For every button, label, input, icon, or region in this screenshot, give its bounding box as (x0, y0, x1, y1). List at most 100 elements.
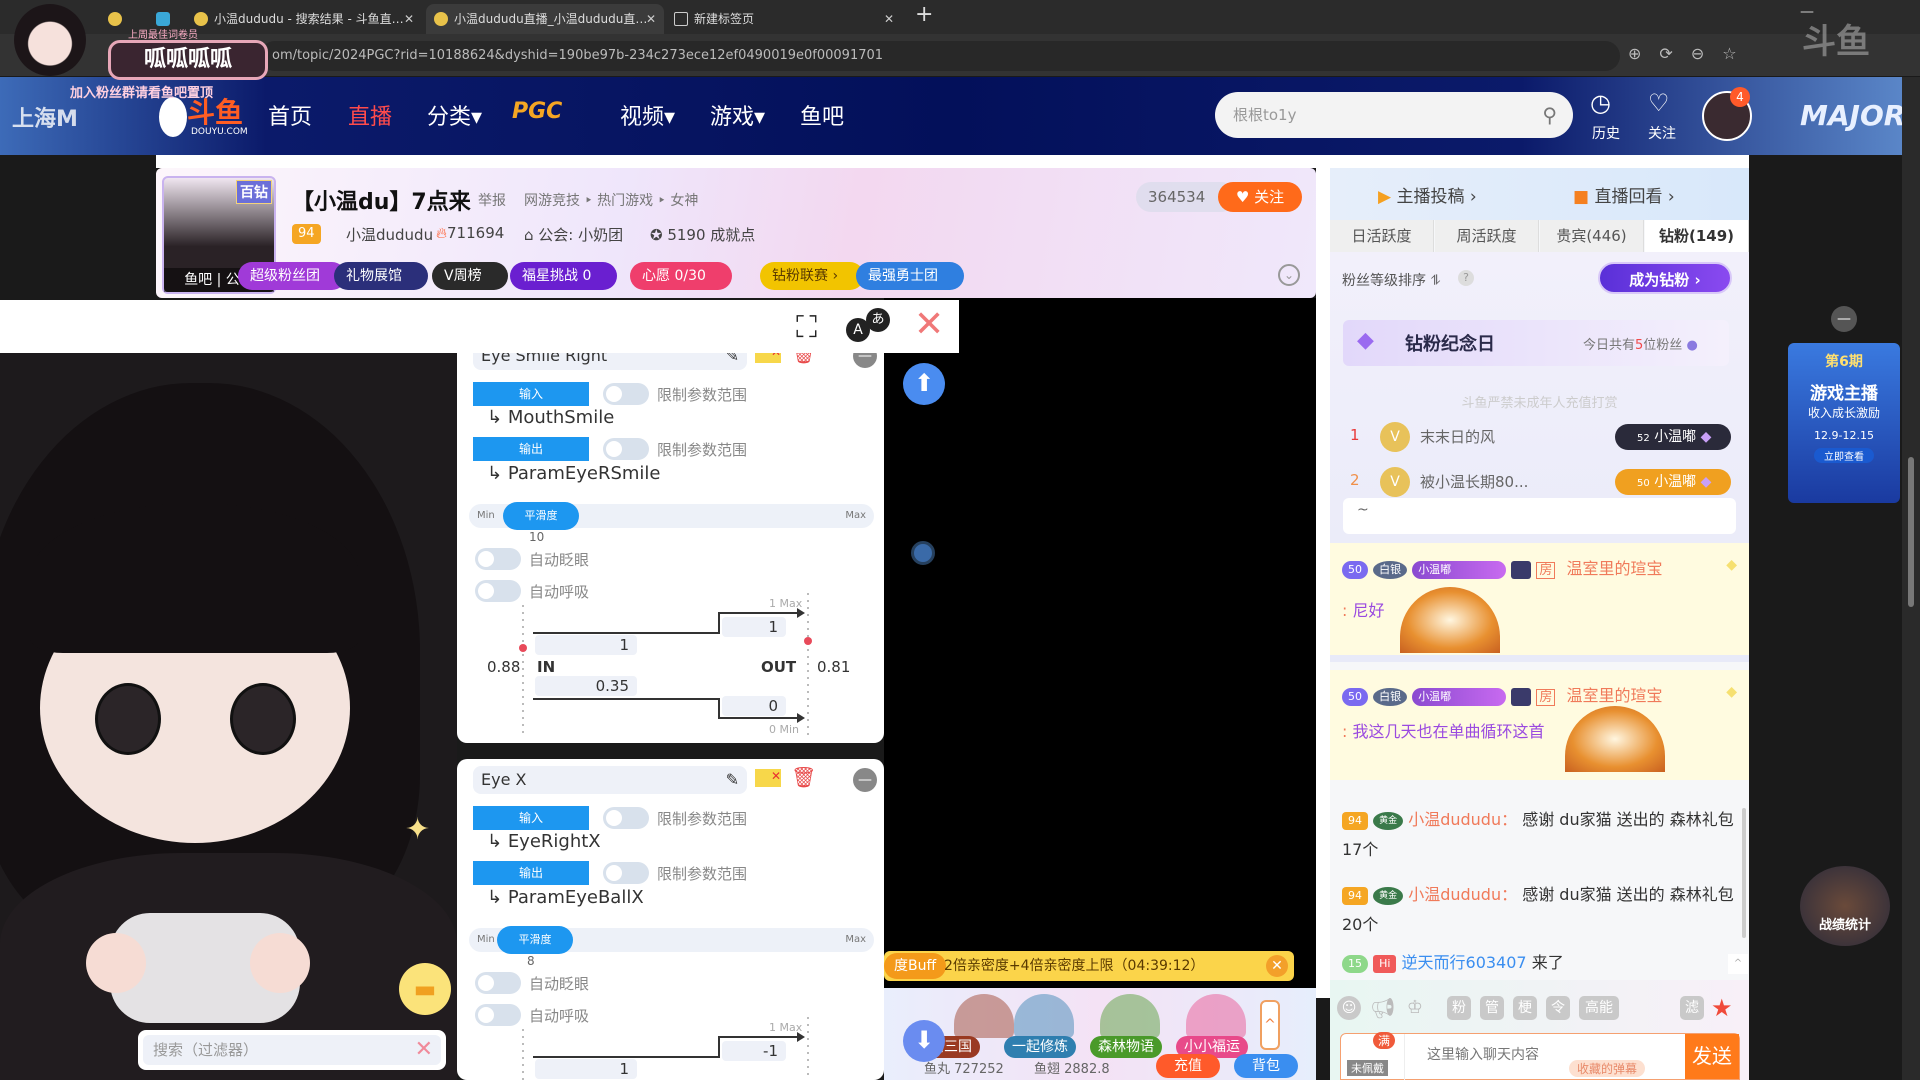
battle-stats-button[interactable]: 战绩统计 (1800, 866, 1890, 946)
chat-tool-button[interactable]: 滤 (1680, 996, 1704, 1020)
sidebar-tab[interactable]: 钻粉(149) (1645, 220, 1749, 252)
history-label[interactable]: 历史 (1592, 123, 1620, 143)
anchor-posts-link[interactable]: ▶ 主播投稿 › (1378, 182, 1477, 207)
nav-games[interactable]: 游戏▾ (710, 99, 765, 131)
chat-tool-button[interactable]: 高能 (1579, 996, 1619, 1020)
nav-video[interactable]: 视频▾ (620, 99, 675, 131)
sort-toggle[interactable]: 粉丝等级排序 ⥮ (1342, 270, 1441, 290)
expand-chevron-icon[interactable]: ⌄ (1278, 264, 1300, 286)
history-icon[interactable]: ◷ (1590, 89, 1611, 117)
gift-item[interactable]: 森林物语 (1090, 1036, 1162, 1058)
room-pill-button[interactable]: 礼物展馆 (334, 262, 428, 290)
achievement-points[interactable]: 5190 成就点 (667, 226, 755, 244)
minus-icon[interactable]: — (1831, 306, 1857, 332)
heart-icon[interactable]: ♡ (1648, 89, 1670, 117)
sparkle-icon: ✦ (405, 812, 431, 847)
user-name[interactable]: 温室里的瑄宝 (1566, 559, 1662, 578)
user-name[interactable]: 逆天而行603407 (1402, 953, 1527, 972)
sidebar-tab[interactable]: 周活跃度 (1435, 220, 1539, 252)
room-pill-button[interactable]: 心愿 0/30 (630, 262, 732, 290)
chat-tool-button[interactable]: 管 (1480, 996, 1504, 1020)
backpack-button[interactable]: 背包 (1234, 1054, 1298, 1078)
chat-input[interactable]: 满 未佩戴 这里输入聊天内容 收藏的弹幕 发送 (1340, 1032, 1740, 1080)
in-max-field[interactable]: 1 (535, 1059, 637, 1079)
rank-row[interactable]: 2 V 被小温长期80... 50 小温嘟 ◆ (1330, 463, 1749, 499)
arrow-up-icon[interactable]: ⬆ (903, 363, 945, 405)
scroll-top-button[interactable]: ^ (1728, 954, 1748, 974)
filter-input[interactable]: 搜索（过滤器） ✕ (143, 1035, 441, 1065)
follow-button[interactable]: ♥ 关注 (1218, 182, 1302, 212)
in-min-field[interactable]: 0.35 (535, 676, 637, 696)
room-pill-button[interactable]: V周榜 (432, 262, 508, 290)
rank-row[interactable]: 1 V 末末日的风 52 小温嘟 ◆ (1330, 418, 1749, 454)
room-pill-button[interactable]: 超级粉丝团 (238, 262, 346, 290)
browser-tab-new[interactable]: 新建标签页 ✕ (666, 4, 902, 34)
chat-message: 94 黄金 小温dududu： 感谢 du家猫 送出的 森林礼包 20个 (1342, 885, 1734, 934)
sidebar-tab[interactable]: 日活跃度 (1330, 220, 1434, 252)
video-player[interactable] (884, 298, 1316, 988)
gift-item[interactable]: 一起修炼 (1004, 1036, 1076, 1058)
become-diamond-fan-button[interactable]: 成为钻粉 › (1598, 262, 1732, 294)
chat-tool-button[interactable]: 粉 (1447, 996, 1471, 1020)
user-name[interactable]: 小温dududu： (1408, 885, 1517, 904)
out-min-field[interactable]: 0 (722, 696, 786, 716)
fullscreen-icon[interactable]: ⛶ (796, 310, 817, 345)
out-max-field[interactable]: 1 (722, 617, 786, 637)
chat-scrollbar[interactable] (1742, 808, 1746, 938)
close-icon[interactable]: ✕ (1266, 955, 1288, 977)
star-gift-icon[interactable]: ★ (1711, 994, 1733, 1022)
room-pill-button[interactable]: 最强勇士团 (856, 262, 964, 290)
search-icon[interactable]: ⚲ (1542, 92, 1557, 138)
nav-home[interactable]: 首页 (268, 99, 312, 131)
close-icon[interactable]: ✕ (914, 304, 944, 345)
search-input[interactable]: 根根to1y ⚲ (1215, 92, 1573, 138)
browser-tab-live[interactable]: 小温dududu直播_小温dududu直… ✕ (426, 4, 664, 34)
browser-tab-search[interactable]: 小温dududu - 搜索结果 - 斗鱼直… ✕ (186, 4, 422, 34)
user-name[interactable]: 温室里的瑄宝 (1566, 686, 1662, 705)
close-icon[interactable]: ✕ (404, 4, 414, 34)
input-marker (519, 644, 527, 652)
anniversary-banner[interactable]: ◆ 钻粉纪念日 今日共有5位粉丝 ● (1343, 320, 1729, 366)
recharge-button[interactable]: 充值 (1156, 1054, 1220, 1078)
saved-danmaku-button[interactable]: 收藏的弹幕 (1569, 1060, 1646, 1077)
drag-handle[interactable] (911, 541, 935, 565)
nav-live[interactable]: 直播 (348, 99, 392, 131)
room-pill-button[interactable]: 钻粉联赛 › (760, 262, 865, 290)
sidebar-tab[interactable]: 贵宾(446) (1540, 220, 1644, 252)
clear-icon[interactable]: ✕ (415, 1035, 433, 1065)
streamer-name: 小温dududu (346, 226, 434, 244)
megaphone-icon[interactable]: 📢︎ (1370, 996, 1395, 1020)
chat-tool-button[interactable]: 令 (1546, 996, 1570, 1020)
follow-label[interactable]: 关注 (1648, 123, 1676, 143)
douyu-favicon-icon (434, 12, 448, 26)
url-field[interactable]: om/topic/2024PGC?rid=10188624&dyshid=190… (260, 41, 1620, 71)
user-name[interactable]: 小温dududu： (1408, 810, 1517, 829)
chat-tool-button[interactable]: 梗 (1513, 996, 1537, 1020)
replay-link[interactable]: ■ 直播回看 › (1573, 182, 1675, 207)
fan-badge-slot[interactable]: 满 未佩戴 (1343, 1032, 1405, 1080)
nav-pgc[interactable]: PGC (512, 99, 562, 124)
close-icon[interactable]: ✕ (884, 4, 894, 34)
guild-name[interactable]: 公会: 小奶团 (538, 226, 623, 244)
send-button[interactable]: 发送 (1685, 1034, 1739, 1079)
arrow-down-icon[interactable]: ⬇ (903, 1020, 945, 1062)
folder-icon[interactable]: ▬ (399, 963, 451, 1015)
help-icon[interactable]: ? (1458, 270, 1474, 286)
category-breadcrumb[interactable]: 网游竞技 ‣ 热门游戏 ‣ 女神 (524, 190, 698, 210)
page-scrollbar[interactable] (1902, 77, 1920, 1080)
promo-ad[interactable]: 第6期 游戏主播 收入成长激励 12.9-12.15 立即查看 (1788, 343, 1900, 503)
new-tab-button[interactable]: + (915, 2, 933, 27)
browser-tab[interactable] (100, 4, 130, 34)
in-max-field[interactable]: 1 (535, 635, 637, 655)
nav-category[interactable]: 分类▾ (427, 99, 482, 131)
report-link[interactable]: 举报 (478, 190, 506, 210)
room-pill-button[interactable]: 福星挑战 0 (510, 262, 618, 290)
expand-gifts-button[interactable]: ^ (1260, 1000, 1280, 1050)
emoji-icon[interactable]: ☺ (1337, 996, 1361, 1020)
browser-toolbar-icons[interactable]: ⊕⟳⊖☆ (1628, 44, 1755, 63)
close-icon[interactable]: ✕ (646, 4, 656, 34)
translate-icon[interactable]: A あ (846, 308, 896, 344)
nav-yuba[interactable]: 鱼吧 (800, 99, 844, 131)
out-max-field[interactable]: -1 (722, 1041, 786, 1061)
crown-icon[interactable]: ♔ (1403, 996, 1427, 1020)
